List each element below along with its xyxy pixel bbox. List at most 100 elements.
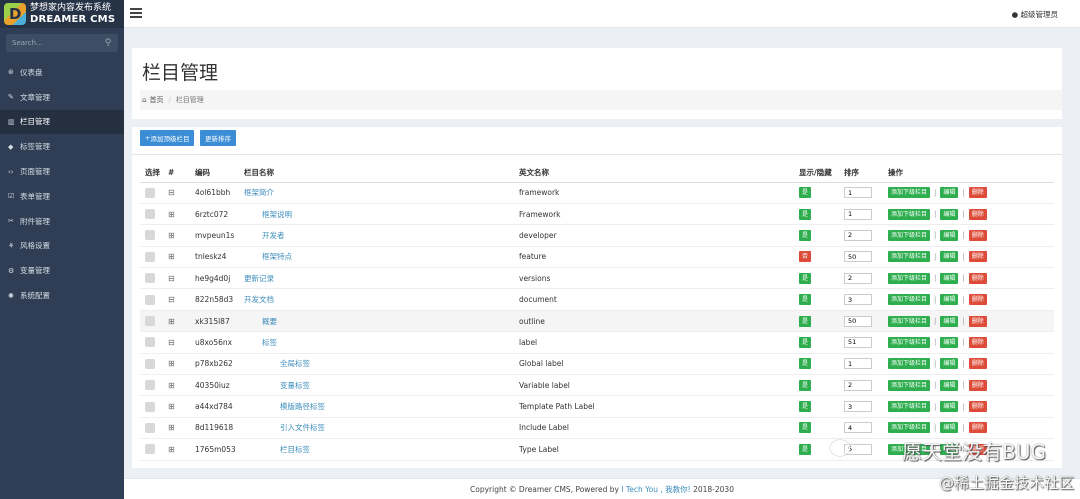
user-menu[interactable]: ● 超级管理员 bbox=[1012, 9, 1058, 20]
sort-input[interactable] bbox=[844, 336, 872, 348]
tree-toggle-icon[interactable]: ⊞ bbox=[168, 231, 175, 240]
edit-button[interactable]: 编辑 bbox=[940, 251, 959, 263]
row-checkbox[interactable] bbox=[145, 187, 155, 198]
row-checkbox[interactable] bbox=[145, 273, 155, 284]
sort-input[interactable] bbox=[844, 401, 872, 413]
delete-button[interactable]: 删除 bbox=[968, 272, 987, 284]
row-checkbox[interactable] bbox=[145, 358, 155, 369]
add-child-button[interactable]: 添加下级栏目 bbox=[888, 229, 931, 241]
sort-input[interactable] bbox=[844, 229, 872, 241]
sort-input[interactable] bbox=[844, 251, 872, 263]
add-child-button[interactable]: 添加下级栏目 bbox=[888, 251, 931, 263]
edit-button[interactable]: 编辑 bbox=[940, 272, 959, 284]
sidebar-item-3[interactable]: ◆ 标签管理 bbox=[0, 134, 124, 159]
delete-button[interactable]: 删除 bbox=[968, 187, 987, 199]
search-icon[interactable]: ⚲ bbox=[98, 34, 118, 52]
tree-toggle-icon[interactable]: ⊟ bbox=[168, 188, 175, 197]
visible-badge[interactable]: 是 bbox=[799, 401, 812, 413]
add-child-button[interactable]: 添加下级栏目 bbox=[888, 379, 931, 391]
add-child-button[interactable]: 添加下级栏目 bbox=[888, 422, 931, 434]
sidebar-item-7[interactable]: ⚘ 风格设置 bbox=[0, 234, 124, 259]
edit-button[interactable]: 编辑 bbox=[940, 294, 959, 306]
visible-badge[interactable]: 是 bbox=[799, 208, 812, 220]
visible-badge[interactable]: 是 bbox=[799, 358, 812, 370]
row-checkbox[interactable] bbox=[145, 337, 155, 348]
sidebar-item-4[interactable]: ‹› 页面管理 bbox=[0, 159, 124, 184]
sidebar-item-2[interactable]: ▥ 栏目管理 bbox=[0, 109, 124, 135]
sort-input[interactable] bbox=[844, 208, 872, 220]
tree-toggle-icon[interactable]: ⊟ bbox=[168, 338, 175, 347]
edit-button[interactable]: 编辑 bbox=[940, 187, 959, 199]
cell-name-link[interactable]: 开发者 bbox=[244, 231, 285, 240]
menu-toggle-icon[interactable] bbox=[130, 8, 142, 18]
tree-toggle-icon[interactable]: ⊟ bbox=[168, 295, 175, 304]
edit-button[interactable]: 编辑 bbox=[940, 422, 959, 434]
tree-toggle-icon[interactable]: ⊞ bbox=[168, 252, 175, 261]
cell-name-link[interactable]: 框架简介 bbox=[244, 188, 274, 197]
delete-button[interactable]: 删除 bbox=[968, 294, 987, 306]
row-checkbox[interactable] bbox=[145, 380, 155, 391]
visible-badge[interactable]: 是 bbox=[799, 187, 812, 199]
delete-button[interactable]: 删除 bbox=[968, 358, 987, 370]
edit-button[interactable]: 编辑 bbox=[940, 401, 959, 413]
sort-input[interactable] bbox=[844, 272, 872, 284]
tree-toggle-icon[interactable]: ⊞ bbox=[168, 402, 175, 411]
edit-button[interactable]: 编辑 bbox=[940, 315, 959, 327]
row-checkbox[interactable] bbox=[145, 444, 155, 455]
row-checkbox[interactable] bbox=[145, 401, 155, 412]
row-checkbox[interactable] bbox=[145, 251, 155, 262]
sort-input[interactable] bbox=[844, 315, 872, 327]
cell-name-link[interactable]: 栏目标签 bbox=[244, 445, 310, 454]
tree-toggle-icon[interactable]: ⊞ bbox=[168, 317, 175, 326]
sidebar-item-6[interactable]: ✂ 附件管理 bbox=[0, 209, 124, 234]
sidebar-item-8[interactable]: ⚙ 变量管理 bbox=[0, 258, 124, 283]
cell-name-link[interactable]: 概要 bbox=[244, 317, 277, 326]
edit-button[interactable]: 编辑 bbox=[940, 358, 959, 370]
add-child-button[interactable]: 添加下级栏目 bbox=[888, 315, 931, 327]
sort-input[interactable] bbox=[844, 358, 872, 370]
visible-badge[interactable]: 是 bbox=[799, 336, 812, 348]
row-checkbox[interactable] bbox=[145, 230, 155, 241]
visible-badge[interactable]: 是 bbox=[799, 315, 812, 327]
visible-badge[interactable]: 是 bbox=[799, 294, 812, 306]
tree-toggle-icon[interactable]: ⊞ bbox=[168, 445, 175, 454]
edit-button[interactable]: 编辑 bbox=[940, 379, 959, 391]
add-top-column-button[interactable]: + 添加顶级栏目 bbox=[140, 130, 195, 146]
cell-name-link[interactable]: 变量标签 bbox=[244, 381, 310, 390]
tree-toggle-icon[interactable]: ⊞ bbox=[168, 381, 175, 390]
sort-input[interactable] bbox=[844, 187, 872, 199]
edit-button[interactable]: 编辑 bbox=[940, 229, 959, 241]
visible-badge[interactable]: 是 bbox=[799, 272, 812, 284]
delete-button[interactable]: 删除 bbox=[968, 422, 987, 434]
cell-name-link[interactable]: 框架特点 bbox=[244, 252, 292, 261]
delete-button[interactable]: 删除 bbox=[968, 208, 987, 220]
tree-toggle-icon[interactable]: ⊞ bbox=[168, 359, 175, 368]
row-checkbox[interactable] bbox=[145, 294, 155, 305]
tree-toggle-icon[interactable]: ⊟ bbox=[168, 274, 175, 283]
add-child-button[interactable]: 添加下级栏目 bbox=[888, 358, 931, 370]
delete-button[interactable]: 删除 bbox=[968, 315, 987, 327]
sort-input[interactable] bbox=[844, 294, 872, 306]
cell-name-link[interactable]: 全局标签 bbox=[244, 359, 310, 368]
visible-badge[interactable]: 是 bbox=[799, 229, 812, 241]
sidebar-item-0[interactable]: ⊛ 仪表盘 bbox=[0, 60, 124, 85]
logo[interactable]: 梦想家内容发布系统 DREAMER CMS bbox=[0, 0, 124, 28]
add-child-button[interactable]: 添加下级栏目 bbox=[888, 208, 931, 220]
sidebar-item-5[interactable]: ☑ 表单管理 bbox=[0, 184, 124, 209]
edit-button[interactable]: 编辑 bbox=[940, 336, 959, 348]
delete-button[interactable]: 删除 bbox=[968, 336, 987, 348]
cell-name-link[interactable]: 开发文档 bbox=[244, 295, 274, 304]
add-child-button[interactable]: 添加下级栏目 bbox=[888, 294, 931, 306]
add-child-button[interactable]: 添加下级栏目 bbox=[888, 401, 931, 413]
add-child-button[interactable]: 添加下级栏目 bbox=[888, 187, 931, 199]
row-checkbox[interactable] bbox=[145, 422, 155, 433]
delete-button[interactable]: 删除 bbox=[968, 251, 987, 263]
sidebar-item-1[interactable]: ✎ 文章管理 bbox=[0, 85, 124, 110]
tree-toggle-icon[interactable]: ⊞ bbox=[168, 210, 175, 219]
row-checkbox[interactable] bbox=[145, 316, 155, 327]
update-sort-button[interactable]: 更新排序 bbox=[200, 130, 236, 146]
sort-input[interactable] bbox=[844, 379, 872, 391]
visible-badge[interactable]: 是 bbox=[799, 443, 812, 455]
row-checkbox[interactable] bbox=[145, 209, 155, 220]
cell-name-link[interactable]: 标签 bbox=[244, 338, 277, 347]
